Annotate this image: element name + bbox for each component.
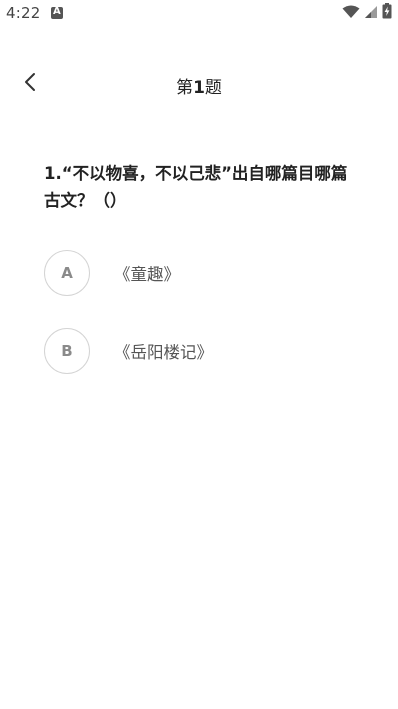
status-bar: 4:22 (0, 0, 398, 26)
header: 第1题 (0, 60, 398, 108)
status-icons (342, 3, 392, 23)
signal-icon (364, 4, 378, 23)
status-time: 4:22 (6, 4, 41, 22)
page-title-suffix: 题 (204, 78, 222, 98)
option-b[interactable]: B 《岳阳楼记》 (44, 328, 364, 376)
page-title-number: 1 (193, 78, 205, 98)
option-a[interactable]: A 《童趣》 (44, 250, 364, 298)
notification-a-icon (51, 6, 63, 19)
back-button[interactable] (14, 68, 46, 100)
option-a-text: 《童趣》 (114, 265, 180, 284)
option-a-letter: A (44, 250, 90, 296)
option-b-letter: B (44, 328, 90, 374)
chevron-left-icon (23, 72, 37, 96)
page-title-prefix: 第 (176, 78, 194, 98)
quiz-screen: 4:22 第1题 (0, 0, 398, 709)
battery-charging-icon (382, 3, 392, 23)
option-b-text: 《岳阳楼记》 (114, 343, 213, 362)
question-text: 1.“不以物喜，不以己悲”出自哪篇目哪篇古文？（） (44, 164, 348, 210)
wifi-icon (342, 4, 360, 23)
page-title: 第1题 (0, 73, 398, 98)
